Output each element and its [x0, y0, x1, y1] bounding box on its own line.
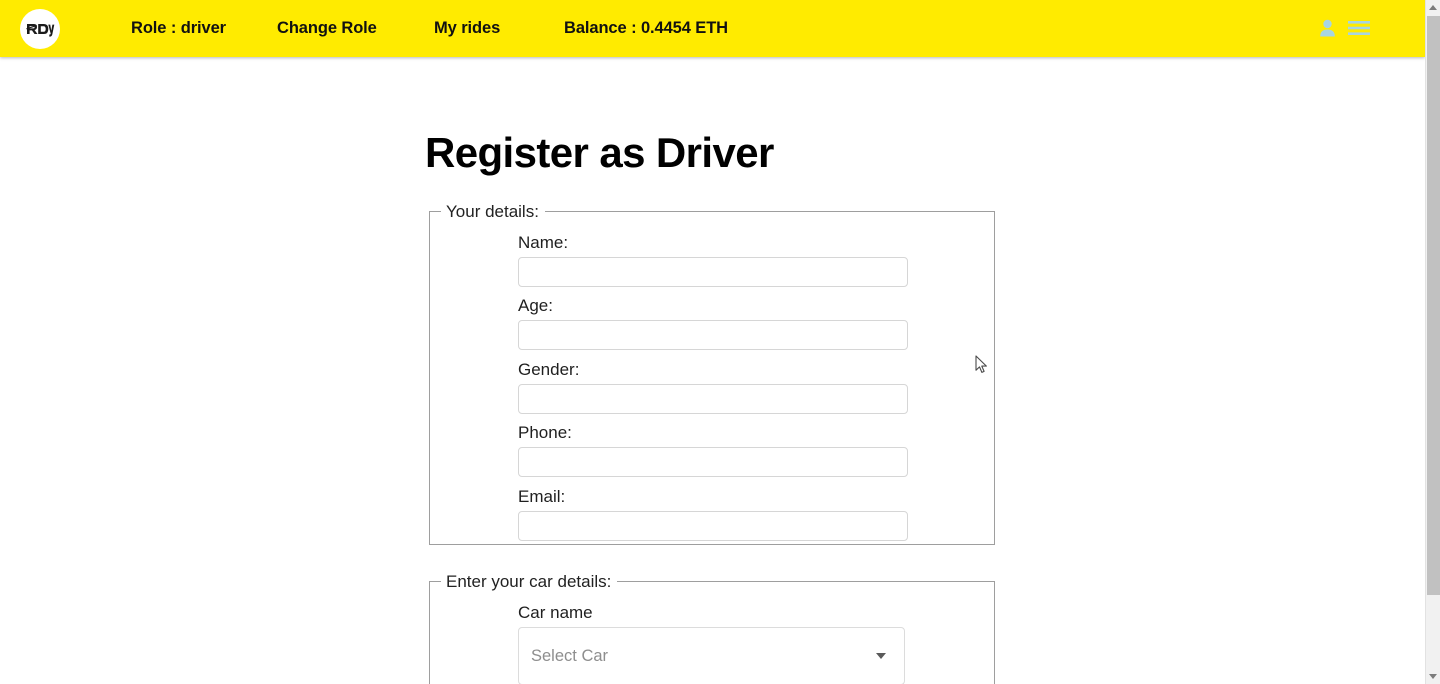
name-input[interactable] [518, 257, 908, 287]
car-name-select[interactable]: Select Car [518, 627, 905, 684]
gender-label: Gender: [518, 360, 580, 379]
scrollbar-thumb[interactable] [1427, 16, 1440, 595]
page-title: Register as Driver [425, 129, 774, 176]
scroll-down-arrow-icon[interactable] [1426, 669, 1440, 684]
rdw-logo-icon [26, 23, 55, 37]
nav-link-my-rides[interactable]: My rides [434, 20, 500, 37]
top-navigation-bar: Role : driver Change Role My rides Balan… [0, 0, 1425, 57]
brand-logo[interactable] [20, 8, 60, 49]
name-label: Name: [518, 233, 569, 252]
your-details-legend: Your details: [446, 202, 539, 221]
browser-viewport: Role : driver Change Role My rides Balan… [0, 0, 1425, 684]
car-name-select-value: Select Car [531, 647, 609, 665]
phone-input[interactable] [518, 447, 908, 477]
car-details-fieldset: Enter your car details: Car name Select … [429, 573, 995, 684]
your-details-fieldset: Your details: Name: Age: Gender: Phone: … [429, 203, 995, 545]
email-label: Email: [518, 487, 566, 506]
nav-link-balance[interactable]: Balance : 0.4454 ETH [564, 20, 728, 37]
vertical-scrollbar[interactable] [1425, 0, 1440, 684]
gender-input[interactable] [518, 384, 908, 414]
user-icon[interactable] [1319, 19, 1336, 37]
nav-link-role[interactable]: Role : driver [131, 20, 226, 37]
nav-link-change-role[interactable]: Change Role [277, 20, 377, 37]
hamburger-menu-icon[interactable] [1348, 20, 1370, 36]
phone-label: Phone: [518, 423, 572, 442]
scroll-up-arrow-icon[interactable] [1426, 0, 1440, 15]
age-label: Age: [518, 296, 553, 315]
age-input[interactable] [518, 320, 908, 350]
car-details-legend: Enter your car details: [446, 572, 612, 591]
chevron-down-icon [876, 653, 886, 659]
car-name-label: Car name [518, 603, 593, 622]
email-input[interactable] [518, 511, 908, 541]
navbar-right-controls [1319, 19, 1370, 37]
